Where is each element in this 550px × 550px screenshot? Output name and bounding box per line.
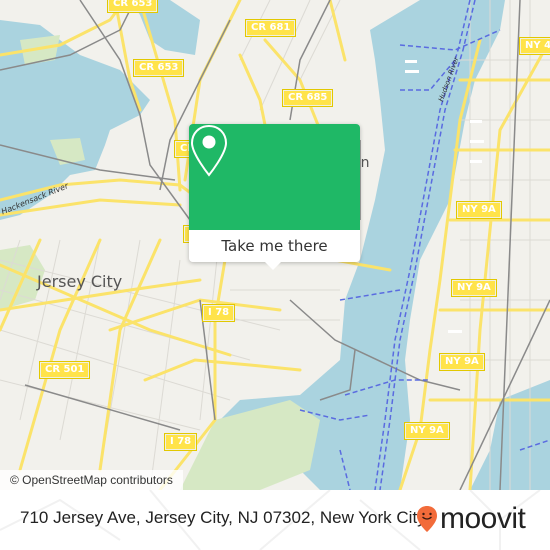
road-shield-cr681: CR 681 [244,19,297,37]
address-text: 710 Jersey Ave, Jersey City, NJ 07302, N… [20,508,426,527]
map-view[interactable]: CR 653 CR 681 CR 653 NY 495 CR 685 CR C … [0,0,550,490]
road-shield-i78-1: I 78 [201,304,236,322]
road-shield-i78-2: I 78 [163,433,198,451]
popup-tail [265,262,281,270]
road-shield-cr653-top: CR 653 [106,0,159,13]
footer: 710 Jersey Ave, Jersey City, NJ 07302, N… [0,490,550,550]
road-shield-ny9a-4: NY 9A [404,422,450,440]
map-attribution[interactable]: © OpenStreetMap contributors [0,470,183,490]
popup-header [189,124,360,230]
road-shield-ny9a-2: NY 9A [451,279,497,297]
moovit-logo[interactable]: moovit [416,502,526,535]
moovit-smile-pin-icon [417,506,437,532]
road-shield-cr685: CR 685 [281,89,334,107]
road-shield-ny9a-3: NY 9A [439,353,485,371]
road-shield-ny9a-1: NY 9A [456,201,502,219]
jersey-city-label: Jersey City [37,272,123,291]
road-shield-cr501: CR 501 [38,361,91,379]
take-me-there-button[interactable]: Take me there [189,230,360,262]
location-popup: Take me there [189,124,360,270]
road-shield-ny495: NY 495 [519,37,550,55]
moovit-wordmark: moovit [440,502,526,535]
map-pin-icon [190,124,228,177]
road-shield-cr653: CR 653 [132,59,185,77]
